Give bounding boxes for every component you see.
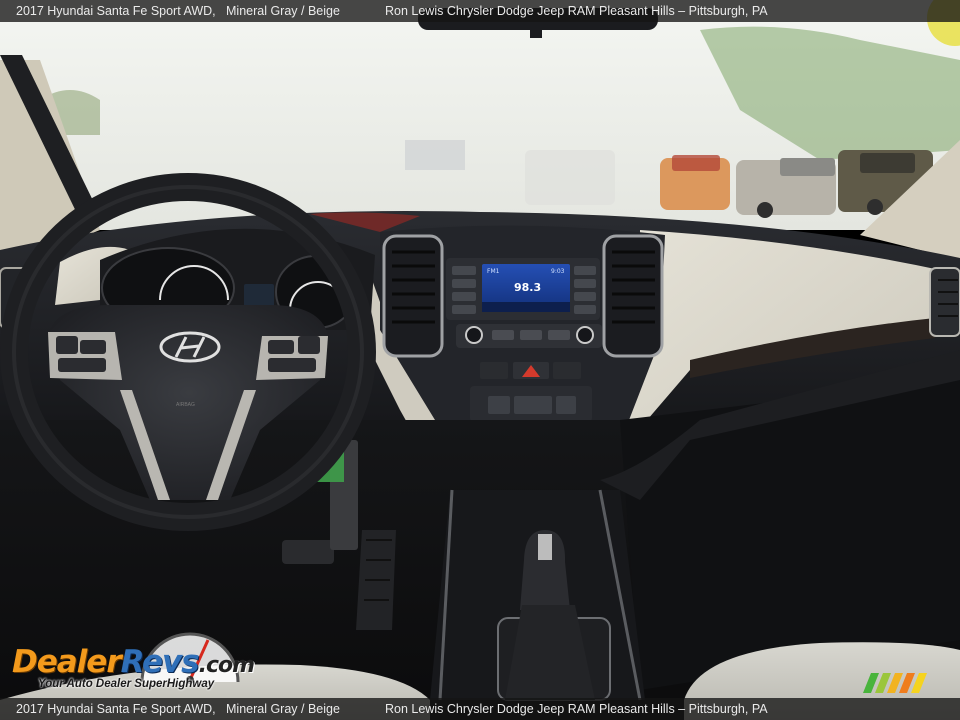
logo-word-com: .com (198, 653, 255, 678)
airbag-label: AIRBAG (176, 402, 195, 408)
radio-clock: 9:03 (551, 268, 565, 275)
caption-dealer: Ron Lewis Chrysler Dodge Jeep RAM Pleasa… (385, 4, 768, 18)
logo-word-dealer: Dealer (12, 644, 122, 680)
radio-frequency: 98.3 (514, 281, 542, 294)
car-interior-photo (0, 0, 960, 720)
caption-dealer: Ron Lewis Chrysler Dodge Jeep RAM Pleasa… (385, 702, 768, 716)
dealerrevs-watermark: DealerRevs.com Your Auto Dealer SuperHig… (12, 624, 272, 696)
radio-band: FM1 (487, 268, 500, 275)
top-caption-bar: 2017 Hyundai Santa Fe Sport AWD, Mineral… (0, 0, 960, 22)
volume-knob[interactable] (465, 326, 483, 344)
caption-model: 2017 Hyundai Santa Fe Sport AWD, (16, 4, 216, 18)
caption-color: Mineral Gray / Beige (226, 702, 340, 716)
bottom-caption-bar: 2017 Hyundai Santa Fe Sport AWD, Mineral… (0, 698, 960, 720)
center-right-vent (602, 234, 664, 358)
right-side-vent (929, 267, 960, 337)
caption-color: Mineral Gray / Beige (226, 4, 340, 18)
caption-model: 2017 Hyundai Santa Fe Sport AWD, (16, 702, 216, 716)
logo-word-revs: Revs (120, 644, 200, 680)
color-stripes-icon (863, 673, 927, 693)
center-left-vent (382, 234, 444, 358)
photo-stage: FM1 9:03 98.3 AIRBAG 2017 Hyundai Santa … (0, 0, 960, 720)
tune-knob[interactable] (576, 326, 594, 344)
logo-tagline: Your Auto Dealer SuperHighway (38, 678, 215, 690)
